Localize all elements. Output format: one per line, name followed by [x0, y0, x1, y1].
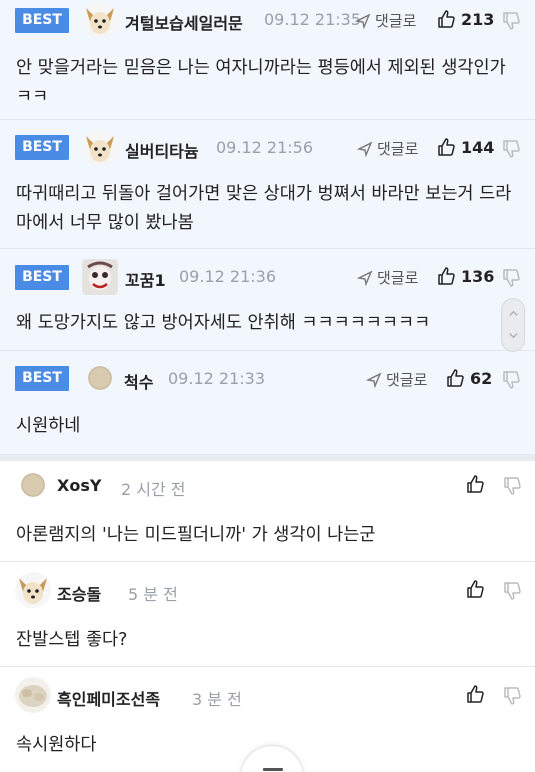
thumbs-up-icon [467, 580, 484, 598]
comment-item: 조승돌 5 분 전 잔발스텝 좋다? [0, 562, 535, 667]
best-comment: BEST 실버티타늄 09.12 21:56 댓글로 144 따귀때리고 뒤돌아… [0, 120, 535, 249]
send-arrow-icon [366, 372, 382, 388]
comment-text: 따귀때리고 뒤돌아 걸어가면 맞은 상대가 벙쪄서 바라만 보는거 드라마에서 … [16, 184, 512, 233]
comment-text: 아론램지의 '나는 미드필더니까' 가 생각이 나는군 [16, 525, 376, 545]
thumbs-down-icon [503, 140, 520, 158]
best-comment: BEST 척수 09.12 21:33 댓글로 62 시원하네 [0, 351, 535, 455]
reply-label: 댓글로 [386, 371, 428, 389]
chevron-down-icon [509, 333, 518, 339]
dislike-button[interactable] [501, 139, 521, 159]
chevron-up-icon [509, 310, 518, 316]
like-button[interactable]: 144 [436, 137, 494, 157]
best-badge: BEST [15, 265, 69, 290]
dislike-button[interactable] [502, 686, 522, 706]
dog-avatar[interactable] [82, 2, 118, 38]
dislike-button[interactable] [501, 268, 521, 288]
thumbs-up-icon [467, 685, 484, 703]
thumbs-up-icon [438, 267, 455, 285]
comment-date: 5 분 전 [128, 585, 178, 604]
comment-date: 2 시간 전 [121, 480, 186, 499]
dog-avatar[interactable] [82, 130, 118, 166]
reply-button[interactable]: 댓글로 [366, 369, 427, 390]
send-arrow-icon [357, 141, 373, 157]
best-comment: BEST 꼬꿈1 09.12 21:36 댓글로 136 왜 도망가지도 않고 … [0, 249, 535, 351]
thumbs-up-icon [438, 10, 455, 28]
comment-date: 09.12 21:36 [179, 267, 276, 286]
reply-button[interactable]: 댓글로 [357, 138, 418, 159]
send-arrow-icon [357, 270, 373, 286]
author-name[interactable]: 꼬꿈1 [125, 267, 166, 291]
reply-button[interactable]: 댓글로 [357, 267, 418, 288]
default-avatar[interactable] [88, 366, 112, 390]
author-name[interactable]: 흑인페미조선족 [57, 686, 160, 710]
thumbs-down-icon [503, 371, 520, 389]
reply-label: 댓글로 [377, 140, 419, 158]
comment-date: 09.12 21:35 [264, 10, 361, 29]
like-button[interactable]: 213 [436, 9, 494, 29]
clown-avatar[interactable] [82, 259, 118, 295]
thumbs-up-icon [447, 369, 464, 387]
thumbs-up-icon [467, 475, 484, 493]
comment-text: 안 맞을거라는 믿음은 나는 여자니까라는 평등에서 제외된 생각인가ㅋㅋ [16, 58, 506, 107]
comment-text: 시원하네 [16, 416, 81, 436]
blur-avatar[interactable] [15, 677, 51, 713]
like-button[interactable] [465, 684, 485, 704]
like-count: 213 [461, 9, 495, 29]
like-button[interactable] [465, 579, 485, 599]
like-button[interactable]: 136 [436, 266, 494, 286]
author-name[interactable]: 척수 [124, 369, 153, 393]
author-name[interactable]: 조승돌 [57, 581, 101, 605]
default-avatar[interactable] [21, 473, 45, 497]
dog-avatar[interactable] [15, 572, 51, 608]
comment-text: 잔발스텝 좋다? [16, 630, 128, 650]
send-arrow-icon [355, 13, 371, 29]
thumbs-up-icon [438, 138, 455, 156]
like-button[interactable]: 62 [445, 368, 492, 388]
like-count: 136 [461, 266, 495, 286]
thumbs-down-icon [503, 12, 520, 30]
dislike-button[interactable] [501, 11, 521, 31]
dislike-button[interactable] [501, 370, 521, 390]
best-badge: BEST [15, 8, 69, 33]
like-count: 144 [461, 137, 495, 157]
thumbs-down-icon [504, 582, 521, 600]
thumbs-down-icon [504, 477, 521, 495]
like-button[interactable] [465, 474, 485, 494]
dislike-button[interactable] [502, 581, 522, 601]
thumbs-down-icon [503, 269, 520, 287]
like-count: 62 [470, 368, 493, 388]
thumbs-down-icon [504, 687, 521, 705]
comment-date: 3 분 전 [192, 690, 242, 709]
menu-line-icon [263, 768, 283, 771]
scrollbar-thumb[interactable] [501, 298, 525, 352]
best-badge: BEST [15, 135, 69, 160]
comment-date: 09.12 21:33 [168, 369, 265, 388]
dislike-button[interactable] [502, 476, 522, 496]
reply-label: 댓글로 [377, 269, 419, 287]
best-badge: BEST [15, 366, 69, 391]
reply-button[interactable]: 댓글로 [355, 10, 416, 31]
author-name[interactable]: 겨털보습세일러문 [125, 10, 243, 34]
author-name[interactable]: XosY [57, 476, 101, 495]
author-name[interactable]: 실버티타늄 [125, 138, 199, 162]
comment-text: 왜 도망가지도 않고 방어자세도 안취해 ㅋㅋㅋㅋㅋㅋㅋㅋ [16, 313, 431, 333]
reply-label: 댓글로 [375, 12, 417, 30]
best-comment: BEST 겨털보습세일러문 09.12 21:35 댓글로 213 안 맞을거라… [0, 0, 535, 120]
comment-item: XosY 2 시간 전 아론램지의 '나는 미드필더니까' 가 생각이 나는군 [0, 461, 535, 562]
comment-date: 09.12 21:56 [216, 138, 313, 157]
